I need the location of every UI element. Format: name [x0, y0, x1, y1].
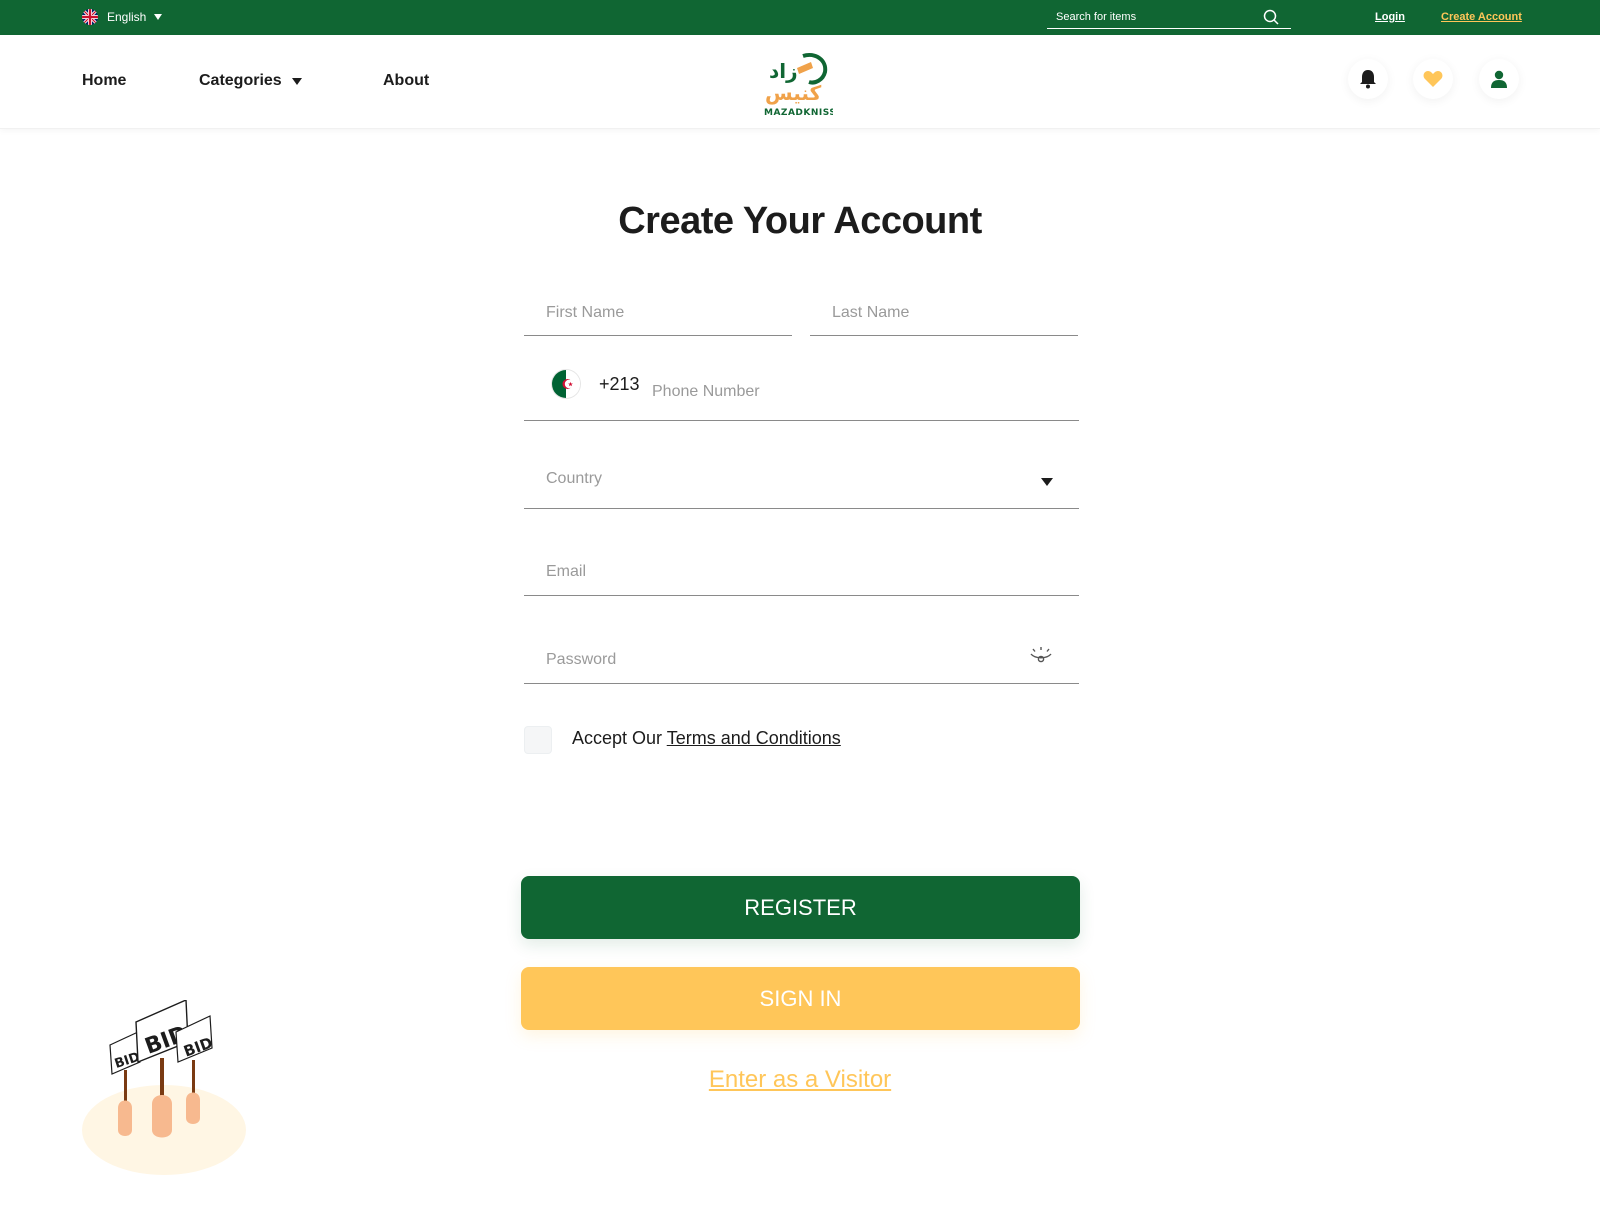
password-field — [524, 637, 1079, 684]
country-select[interactable]: Country — [524, 462, 1079, 509]
accept-prefix: Accept Our — [572, 728, 667, 748]
last-name-field — [810, 290, 1078, 336]
phone-field: +213 — [524, 370, 1079, 421]
svg-text:زاد: زاد — [769, 59, 798, 83]
main-header: Home Categories About زاد كنيس MAZADKNIS… — [0, 35, 1600, 129]
uk-flag-icon — [82, 9, 98, 25]
top-bar: English Login Create Account — [0, 0, 1600, 35]
profile-button[interactable] — [1479, 59, 1519, 99]
first-name-input[interactable] — [546, 296, 761, 330]
first-name-field — [524, 290, 792, 336]
svg-text:كنيس: كنيس — [765, 81, 822, 105]
signin-button[interactable]: SIGN IN — [521, 967, 1080, 1030]
enter-as-visitor-link[interactable]: Enter as a Visitor — [709, 1066, 891, 1093]
login-link[interactable]: Login — [1375, 11, 1405, 23]
search-bar — [1047, 6, 1291, 29]
last-name-input[interactable] — [832, 296, 1047, 330]
search-icon[interactable] — [1263, 9, 1279, 30]
bell-icon — [1360, 70, 1376, 89]
brand-logo[interactable]: زاد كنيس MAZADKNISS — [763, 48, 836, 118]
user-icon — [1491, 70, 1507, 88]
page-title: Create Your Account — [618, 200, 982, 242]
favorites-button[interactable] — [1413, 59, 1453, 99]
language-label: English — [107, 10, 147, 24]
email-field — [524, 549, 1079, 596]
eye-closed-icon[interactable] — [1029, 645, 1053, 670]
chevron-down-icon — [1041, 478, 1053, 486]
chevron-down-icon[interactable] — [292, 78, 302, 85]
nav-home[interactable]: Home — [82, 72, 126, 90]
nav-categories[interactable]: Categories — [199, 72, 282, 90]
phone-input[interactable] — [652, 375, 1052, 409]
terms-checkbox[interactable] — [524, 726, 552, 754]
search-input[interactable] — [1047, 11, 1247, 23]
terms-label: Accept Our Terms and Conditions — [572, 728, 841, 749]
chevron-down-icon — [154, 14, 163, 20]
bid-illustration: BID BID BID — [78, 998, 253, 1180]
create-account-link[interactable]: Create Account — [1441, 11, 1522, 23]
country-placeholder: Country — [546, 470, 603, 487]
email-input[interactable] — [546, 555, 990, 589]
notifications-button[interactable] — [1348, 59, 1388, 99]
svg-text:MAZADKNISS: MAZADKNISS — [764, 108, 833, 118]
register-button[interactable]: REGISTER — [521, 876, 1080, 939]
nav-about[interactable]: About — [383, 72, 429, 90]
terms-link[interactable]: Terms and Conditions — [667, 728, 841, 748]
algeria-flag-icon[interactable] — [552, 370, 580, 398]
dial-code: +213 — [599, 374, 640, 394]
language-selector[interactable]: English — [82, 9, 163, 25]
password-input[interactable] — [546, 643, 990, 677]
heart-icon — [1423, 71, 1443, 87]
